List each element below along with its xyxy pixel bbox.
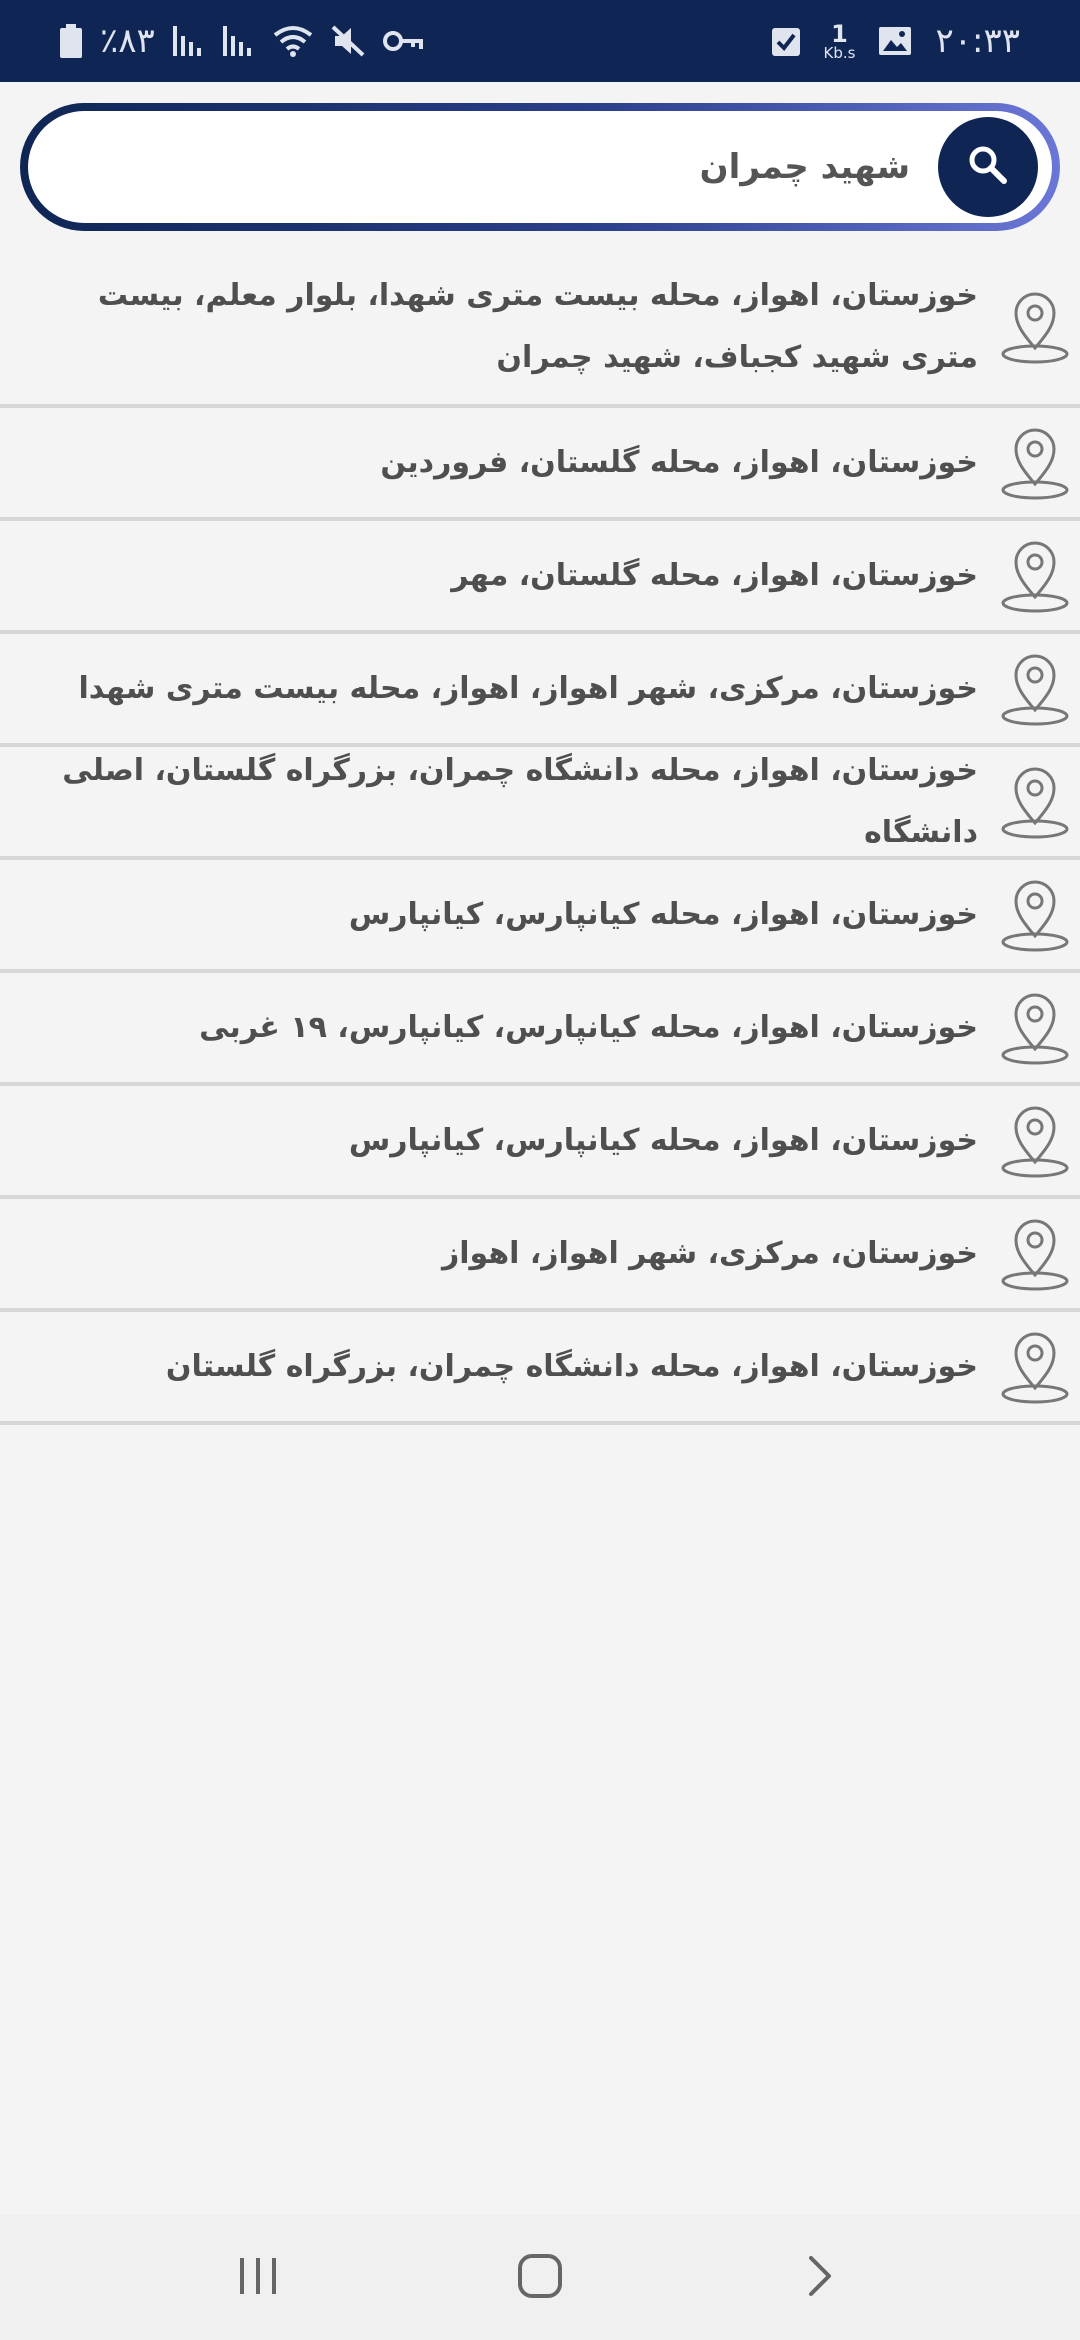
system-nav-bar	[0, 2215, 1080, 2340]
address-text: خوزستان، اهواز، محله بیست متری شهدا، بلو…	[97, 278, 978, 375]
network-speed-value: 1	[831, 19, 848, 48]
back-icon	[805, 2254, 835, 2302]
list-item[interactable]: خوزستان، اهواز، محله کیانپارس، کیانپارس،…	[0, 973, 1080, 1086]
location-pin-icon	[990, 1328, 1080, 1406]
list-item[interactable]: خوزستان، اهواز، محله گلستان، فروردین	[0, 408, 1080, 521]
address-text: خوزستان، اهواز، محله کیانپارس، کیانپارس	[348, 1122, 978, 1158]
home-button[interactable]	[480, 2215, 600, 2340]
search-bar	[20, 103, 1060, 231]
list-item[interactable]: خوزستان، اهواز، محله دانشگاه چمران، بزرگ…	[0, 747, 1080, 860]
search-button[interactable]	[938, 117, 1038, 217]
battery-icon	[60, 24, 82, 58]
network-speed: 1 Kb.s	[824, 22, 856, 61]
list-item[interactable]: خوزستان، اهواز، محله گلستان، مهر	[0, 521, 1080, 634]
checkbox-icon	[771, 26, 800, 56]
list-item[interactable]: خوزستان، مرکزی، شهر اهواز، اهواز، محله ب…	[0, 634, 1080, 747]
status-bar-right: 1 Kb.s ۲۰:۳۳	[771, 0, 1020, 82]
location-pin-icon	[990, 288, 1080, 366]
signal-icon	[172, 26, 205, 56]
address-text: خوزستان، اهواز، محله کیانپارس، کیانپارس،…	[199, 1009, 978, 1045]
list-item[interactable]: خوزستان، اهواز، محله کیانپارس، کیانپارس	[0, 1086, 1080, 1199]
address-text: خوزستان، مرکزی، شهر اهواز، اهواز، محله ب…	[78, 670, 979, 706]
clock: ۲۰:۳۳	[935, 21, 1020, 61]
search-results-list: خوزستان، اهواز، محله بیست متری شهدا، بلو…	[0, 250, 1080, 1425]
status-bar-left: ٪۸۳	[60, 0, 423, 82]
home-icon	[517, 2253, 563, 2303]
signal-icon	[222, 26, 255, 56]
search-field-container	[28, 111, 1052, 223]
list-item[interactable]: خوزستان، مرکزی، شهر اهواز، اهواز	[0, 1199, 1080, 1312]
search-input[interactable]	[58, 111, 912, 223]
address-text: خوزستان، مرکزی، شهر اهواز، اهواز	[442, 1235, 978, 1271]
recent-apps-button[interactable]	[198, 2215, 318, 2340]
location-pin-icon	[990, 763, 1080, 841]
status-bar: ٪۸۳ 1 Kb.s ۲۰:۳۳	[0, 0, 1080, 82]
list-item[interactable]: خوزستان، اهواز، محله بیست متری شهدا، بلو…	[0, 250, 1080, 408]
location-pin-icon	[990, 989, 1080, 1067]
address-text: خوزستان، اهواز، محله کیانپارس، کیانپارس	[348, 896, 978, 932]
list-item[interactable]: خوزستان، اهواز، محله دانشگاه چمران، بزرگ…	[0, 1312, 1080, 1425]
location-pin-icon	[990, 1102, 1080, 1180]
search-icon	[966, 143, 1010, 191]
address-text: خوزستان، اهواز، محله دانشگاه چمران، بزرگ…	[62, 752, 978, 850]
address-text: خوزستان، اهواز، محله گلستان، مهر	[451, 557, 978, 593]
location-pin-icon	[990, 1215, 1080, 1293]
location-pin-icon	[990, 876, 1080, 954]
mute-icon	[331, 25, 365, 57]
location-pin-icon	[990, 424, 1080, 502]
address-text: خوزستان، اهواز، محله دانشگاه چمران، بزرگ…	[165, 1348, 978, 1384]
recent-apps-icon	[236, 2256, 280, 2300]
list-item[interactable]: خوزستان، اهواز، محله کیانپارس، کیانپارس	[0, 860, 1080, 973]
image-icon	[879, 27, 912, 55]
wifi-icon	[273, 25, 313, 57]
vpn-key-icon	[382, 29, 423, 53]
location-pin-icon	[990, 650, 1080, 728]
battery-percent: ٪۸۳	[100, 21, 155, 61]
network-speed-unit: Kb.s	[823, 43, 856, 62]
back-button[interactable]	[760, 2215, 880, 2340]
address-text: خوزستان، اهواز، محله گلستان، فروردین	[380, 444, 978, 480]
location-pin-icon	[990, 537, 1080, 615]
